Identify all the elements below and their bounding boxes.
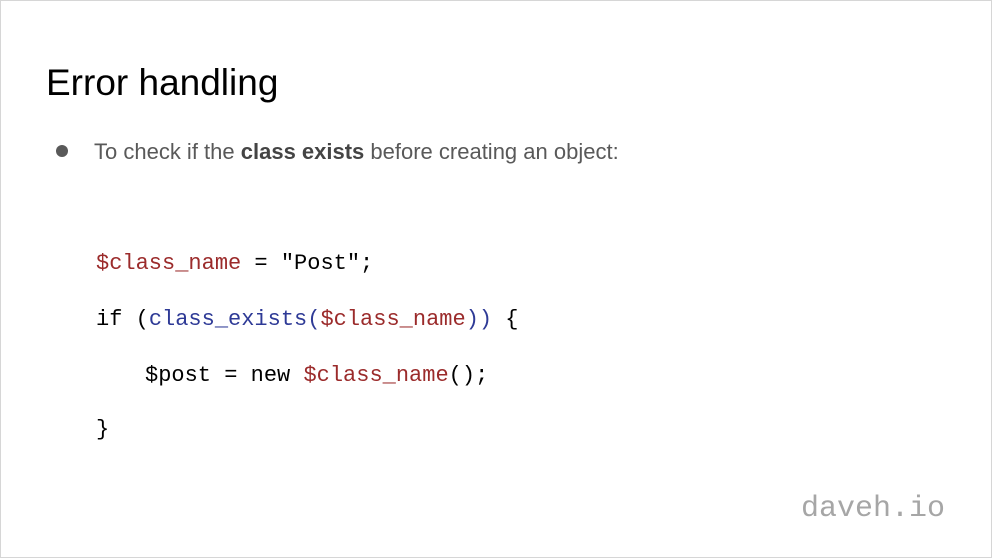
code-text: $post = new xyxy=(145,363,304,388)
slide-title: Error handling xyxy=(46,62,279,103)
bullet-item: To check if the class exists before crea… xyxy=(56,138,619,166)
code-function-close: )) xyxy=(465,307,493,332)
code-variable: $class_name xyxy=(303,363,449,388)
code-line-2: if (class_exists($class_name)) { xyxy=(96,306,519,334)
code-line-4: } xyxy=(96,417,110,442)
code-line-1: $class_name = "Post"; xyxy=(96,250,373,278)
bullet-text-bold: class exists xyxy=(240,139,365,164)
code-keyword: if ( xyxy=(96,307,149,332)
bullet-text-before: To check if the xyxy=(94,139,241,164)
bullet-dot-icon xyxy=(56,145,68,158)
code-line-3: $post = new $class_name(); xyxy=(145,362,488,390)
code-variable: $class_name xyxy=(320,307,466,332)
code-text: = "Post"; xyxy=(241,251,374,276)
code-function: class_exists( xyxy=(148,307,321,332)
bullet-text-after: before creating an object: xyxy=(364,139,619,164)
slide: Error handling To check if the class exi… xyxy=(0,0,992,558)
watermark: daveh.io xyxy=(800,492,945,526)
code-brace: { xyxy=(492,307,519,332)
code-text: (); xyxy=(448,363,489,388)
code-variable: $class_name xyxy=(96,251,242,276)
